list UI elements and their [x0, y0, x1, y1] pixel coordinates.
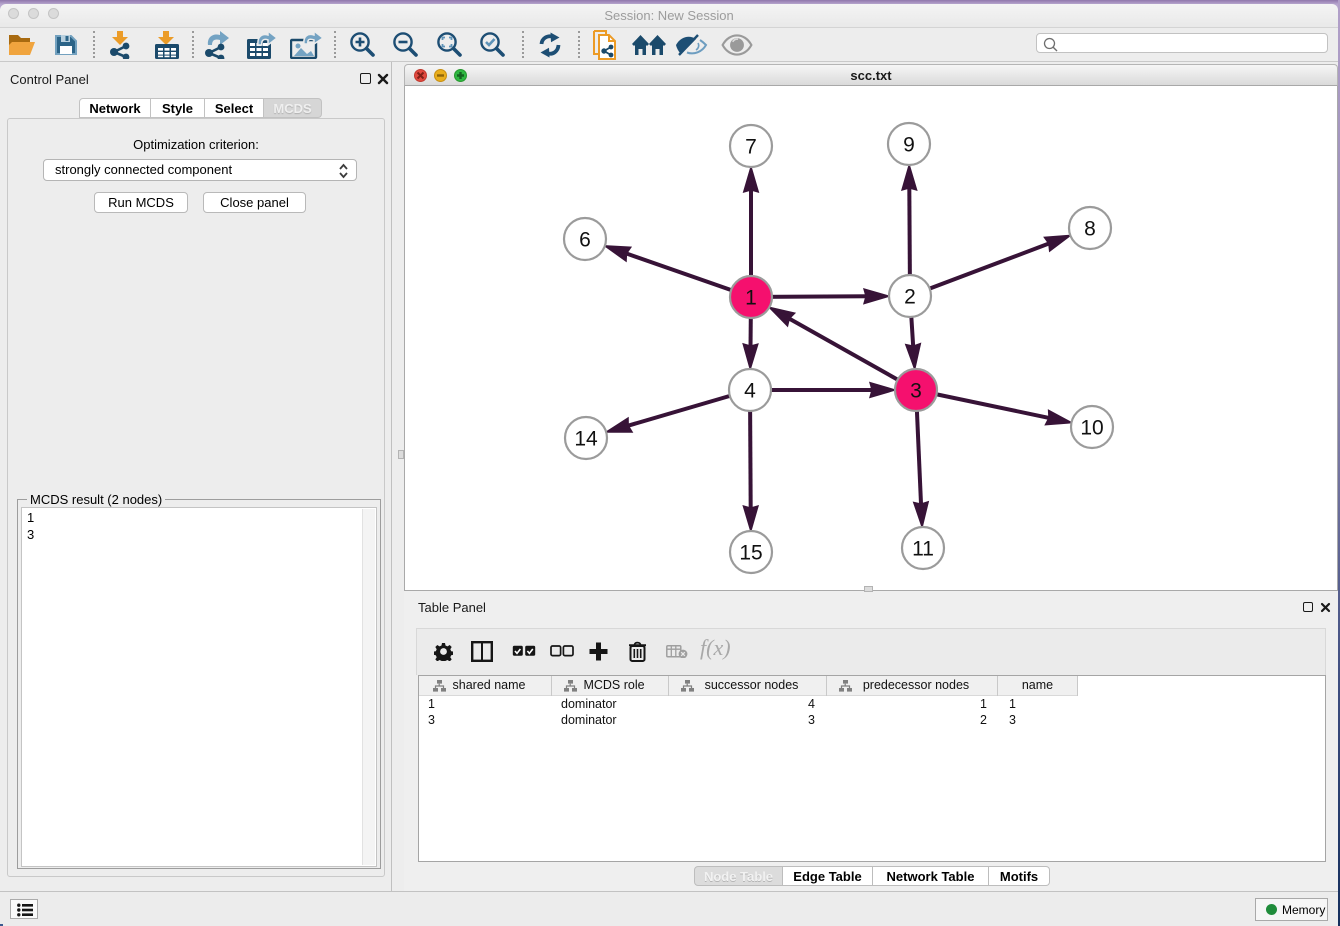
svg-text:1: 1: [745, 287, 757, 310]
svg-text:6: 6: [579, 229, 591, 252]
svg-text:14: 14: [574, 428, 598, 451]
svg-text:3: 3: [910, 380, 922, 403]
svg-text:11: 11: [912, 538, 934, 561]
svg-text:10: 10: [1080, 417, 1103, 440]
svg-text:7: 7: [745, 136, 757, 159]
svg-text:15: 15: [739, 542, 762, 565]
svg-text:8: 8: [1084, 218, 1096, 241]
svg-text:4: 4: [744, 380, 756, 403]
svg-text:2: 2: [904, 286, 916, 309]
svg-text:9: 9: [903, 134, 915, 157]
